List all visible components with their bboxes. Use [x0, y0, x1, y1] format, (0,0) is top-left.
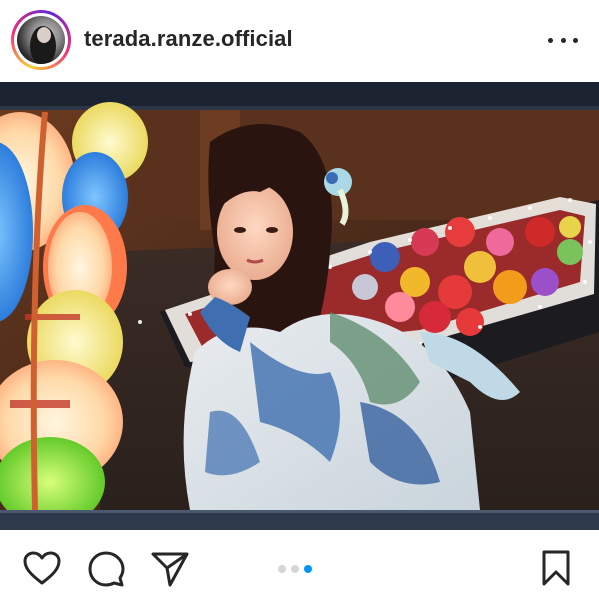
bookmark-icon[interactable]	[540, 549, 572, 592]
avatar-image	[17, 16, 65, 64]
carousel-dot	[278, 565, 286, 573]
carousel-dot-active	[304, 565, 312, 573]
send-icon[interactable]	[150, 550, 190, 593]
carousel-indicator	[278, 565, 312, 573]
avatar[interactable]	[11, 10, 71, 70]
username-link[interactable]: terada.ranze.official	[84, 26, 293, 52]
heart-icon[interactable]	[22, 550, 62, 591]
post-header: terada.ranze.official	[0, 0, 599, 80]
carousel-dot	[291, 565, 299, 573]
comment-icon[interactable]	[87, 550, 125, 593]
post-image[interactable]	[0, 82, 599, 530]
more-options-icon[interactable]	[548, 28, 578, 52]
